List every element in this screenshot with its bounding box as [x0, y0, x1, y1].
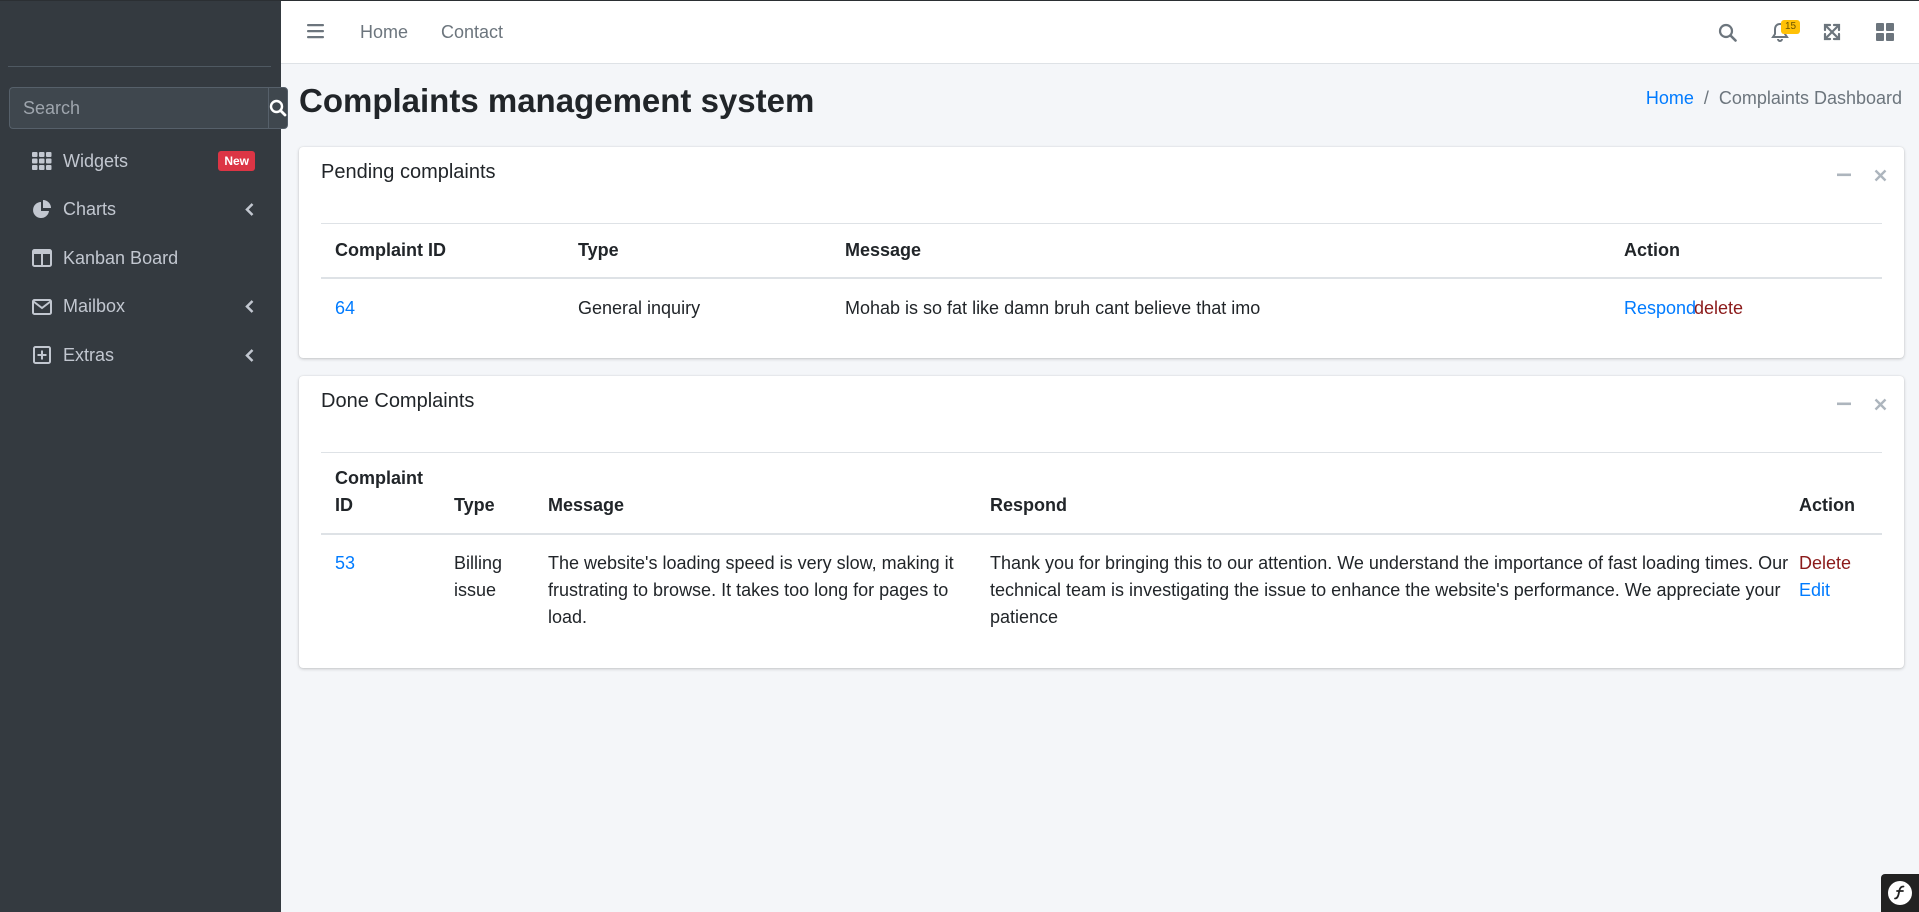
- column-header: Type: [454, 495, 495, 515]
- complaint-type: General inquiry: [578, 298, 701, 318]
- done-complaints-card: Done Complaints Complaint ID Type Messag…: [299, 376, 1904, 668]
- complaint-message: frustrating to browse. It takes too long…: [548, 580, 949, 600]
- sidebar-search-button[interactable]: [268, 87, 288, 129]
- pie-chart-icon: [31, 199, 53, 221]
- sidebar-search-input[interactable]: [9, 87, 268, 129]
- th-large-icon[interactable]: [1874, 21, 1896, 43]
- search-icon[interactable]: [1716, 21, 1738, 43]
- nav-link-contact[interactable]: Contact: [441, 22, 503, 43]
- breadcrumb-current: Complaints Dashboard: [1718, 88, 1902, 108]
- chevron-left-icon: [243, 203, 255, 217]
- minus-icon[interactable]: [1836, 167, 1852, 183]
- complaint-response: technical team is investigating the issu…: [990, 580, 1781, 600]
- sidebar-item-charts[interactable]: Charts: [0, 186, 281, 235]
- table-header: Complaint ID Type Message Respond Action: [321, 453, 1882, 535]
- delete-link[interactable]: Delete: [1799, 550, 1851, 577]
- sidebar-search: [9, 87, 288, 129]
- close-icon[interactable]: [1872, 396, 1888, 412]
- column-header: Action: [1799, 495, 1855, 515]
- breadcrumb: Home / Complaints Dashboard: [1646, 88, 1902, 109]
- chevron-left-icon: [243, 348, 255, 362]
- symfony-logo-icon: [1888, 881, 1912, 905]
- expand-icon[interactable]: [1821, 21, 1843, 43]
- column-header: Message: [548, 495, 625, 515]
- sidebar-nav: Widgets New Charts Kanban Board Mailbox: [0, 137, 281, 380]
- notification-count-badge: 15: [1781, 20, 1801, 34]
- card-tools: [1836, 167, 1888, 183]
- complaint-id-link[interactable]: 64: [335, 295, 355, 322]
- respond-link[interactable]: Respond: [1624, 295, 1696, 322]
- sidebar-divider: [8, 66, 271, 67]
- sidebar-item-label: Widgets: [63, 150, 129, 171]
- columns-icon: [31, 247, 53, 269]
- pending-complaints-card: Pending complaints Complaint ID Type Mes…: [299, 147, 1904, 358]
- sidebar-item-kanban-board[interactable]: Kanban Board: [0, 234, 281, 283]
- complaint-response: Thank you for bringing this to our atten…: [990, 553, 1789, 573]
- sidebar-item-label: Charts: [63, 199, 117, 220]
- chevron-left-icon: [243, 300, 255, 314]
- minus-icon[interactable]: [1836, 396, 1852, 412]
- column-header: Complaint ID: [335, 240, 446, 260]
- hamburger-menu-icon[interactable]: [307, 23, 325, 41]
- column-header: Type: [578, 240, 619, 260]
- plus-square-icon: [31, 344, 53, 366]
- sidebar-item-mailbox[interactable]: Mailbox: [0, 283, 281, 332]
- complaint-type: Billing: [454, 553, 503, 573]
- sidebar: Widgets New Charts Kanban Board Mailbox: [0, 0, 288, 912]
- complaint-message: Mohab is so fat like damn bruh cant beli…: [845, 298, 1261, 318]
- complaint-message: load.: [548, 607, 588, 627]
- column-header: Complaint: [335, 468, 423, 488]
- top-navbar: Home Contact: [281, 0, 1919, 64]
- card-title: Done Complaints: [321, 390, 475, 412]
- envelope-icon: [31, 296, 53, 318]
- new-badge: New: [218, 151, 255, 172]
- th-icon: [31, 150, 53, 172]
- search-icon: [269, 99, 287, 117]
- delete-link[interactable]: delete: [1694, 295, 1743, 322]
- sidebar-item-extras[interactable]: Extras: [0, 331, 281, 380]
- edit-link[interactable]: Edit: [1799, 577, 1830, 604]
- table-header: Complaint ID Type Message Action: [321, 224, 1882, 279]
- column-header: Respond: [990, 495, 1068, 515]
- breadcrumb-home-link[interactable]: Home: [1646, 88, 1694, 109]
- column-header: Action: [1624, 240, 1680, 260]
- card-title: Pending complaints: [321, 161, 496, 183]
- complaint-message: The website's loading speed is very slow…: [548, 553, 954, 573]
- column-header: ID: [335, 495, 353, 515]
- complaint-response: patience: [990, 607, 1059, 627]
- sidebar-item-label: Mailbox: [63, 296, 126, 317]
- close-icon[interactable]: [1872, 167, 1888, 183]
- page-title: Complaints management system: [299, 82, 815, 119]
- sidebar-item-label: Extras: [63, 344, 115, 365]
- sidebar-item-label: Kanban Board: [63, 247, 179, 268]
- complaint-id-link[interactable]: 53: [335, 550, 355, 577]
- column-header: Message: [845, 240, 922, 260]
- complaint-type: issue: [454, 580, 497, 600]
- sidebar-item-widgets[interactable]: Widgets New: [0, 137, 281, 186]
- symfony-toolbar-button[interactable]: [1881, 874, 1919, 912]
- breadcrumb-separator: /: [1703, 88, 1709, 108]
- card-tools: [1836, 396, 1888, 412]
- nav-link-home[interactable]: Home: [360, 22, 408, 43]
